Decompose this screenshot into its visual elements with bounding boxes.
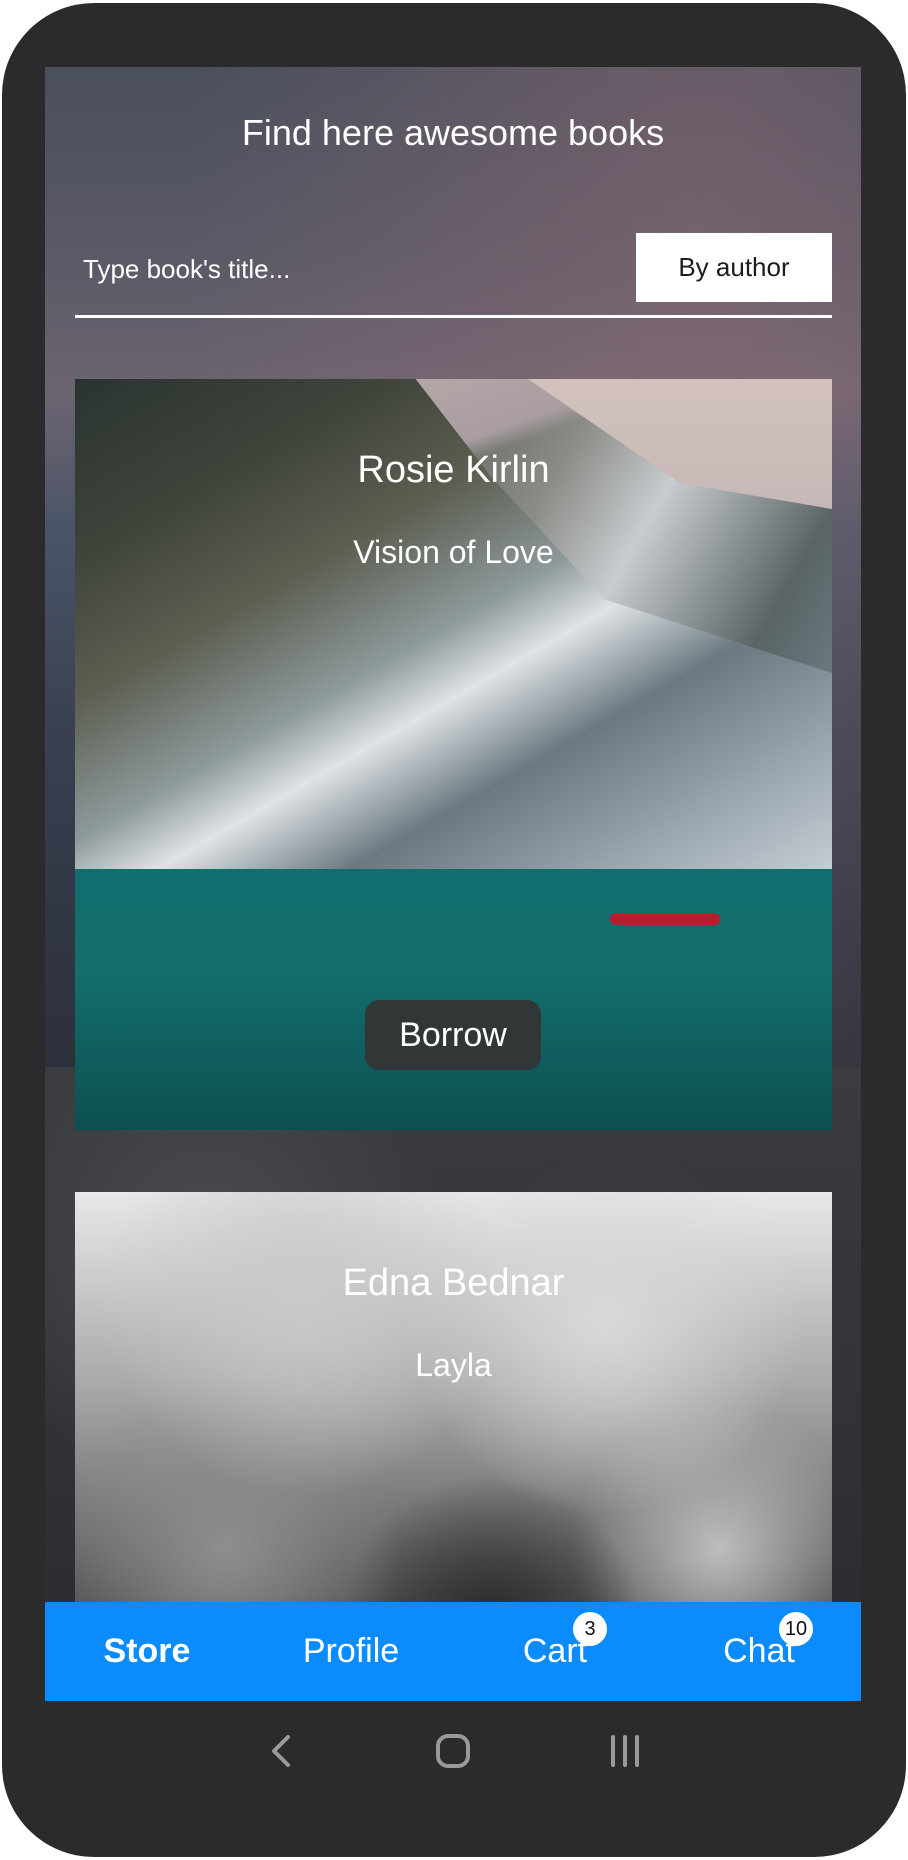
- borrow-button[interactable]: Borrow: [365, 1000, 541, 1070]
- home-icon: [436, 1734, 470, 1768]
- chat-count-badge: 10: [779, 1612, 813, 1646]
- search-by-author-button[interactable]: By author: [636, 233, 832, 302]
- recents-icon: [611, 1735, 639, 1767]
- cover-image-canoe: [610, 913, 720, 925]
- book-card[interactable]: Rosie Kirlin Vision of Love Borrow: [75, 379, 832, 1130]
- cart-count-badge: 3: [573, 1612, 607, 1646]
- page-title: Find here awesome books: [241, 112, 665, 153]
- back-button[interactable]: [251, 1721, 311, 1781]
- tab-label: Store: [103, 1632, 191, 1670]
- search-input[interactable]: [75, 233, 645, 305]
- tab-profile[interactable]: Profile: [249, 1602, 453, 1701]
- tab-store[interactable]: Store: [45, 1602, 249, 1701]
- back-icon: [272, 1735, 290, 1767]
- home-button[interactable]: [423, 1721, 483, 1781]
- bottom-tab-bar: Store Profile Cart 3 Chat 10: [45, 1602, 861, 1701]
- system-nav-bar: [45, 1701, 861, 1801]
- recents-button[interactable]: [595, 1721, 655, 1781]
- tab-cart[interactable]: Cart 3: [453, 1602, 657, 1701]
- search-underline: [75, 315, 832, 318]
- book-author: Edna Bednar: [342, 1262, 565, 1304]
- search-row: By author: [75, 233, 832, 305]
- book-title: Layla: [415, 1347, 492, 1383]
- book-author: Rosie Kirlin: [357, 449, 550, 491]
- tab-chat[interactable]: Chat 10: [657, 1602, 861, 1701]
- app-screen: Find here awesome books By author Rosie …: [45, 67, 861, 1701]
- book-title: Vision of Love: [353, 534, 554, 570]
- tab-label: Profile: [302, 1632, 400, 1670]
